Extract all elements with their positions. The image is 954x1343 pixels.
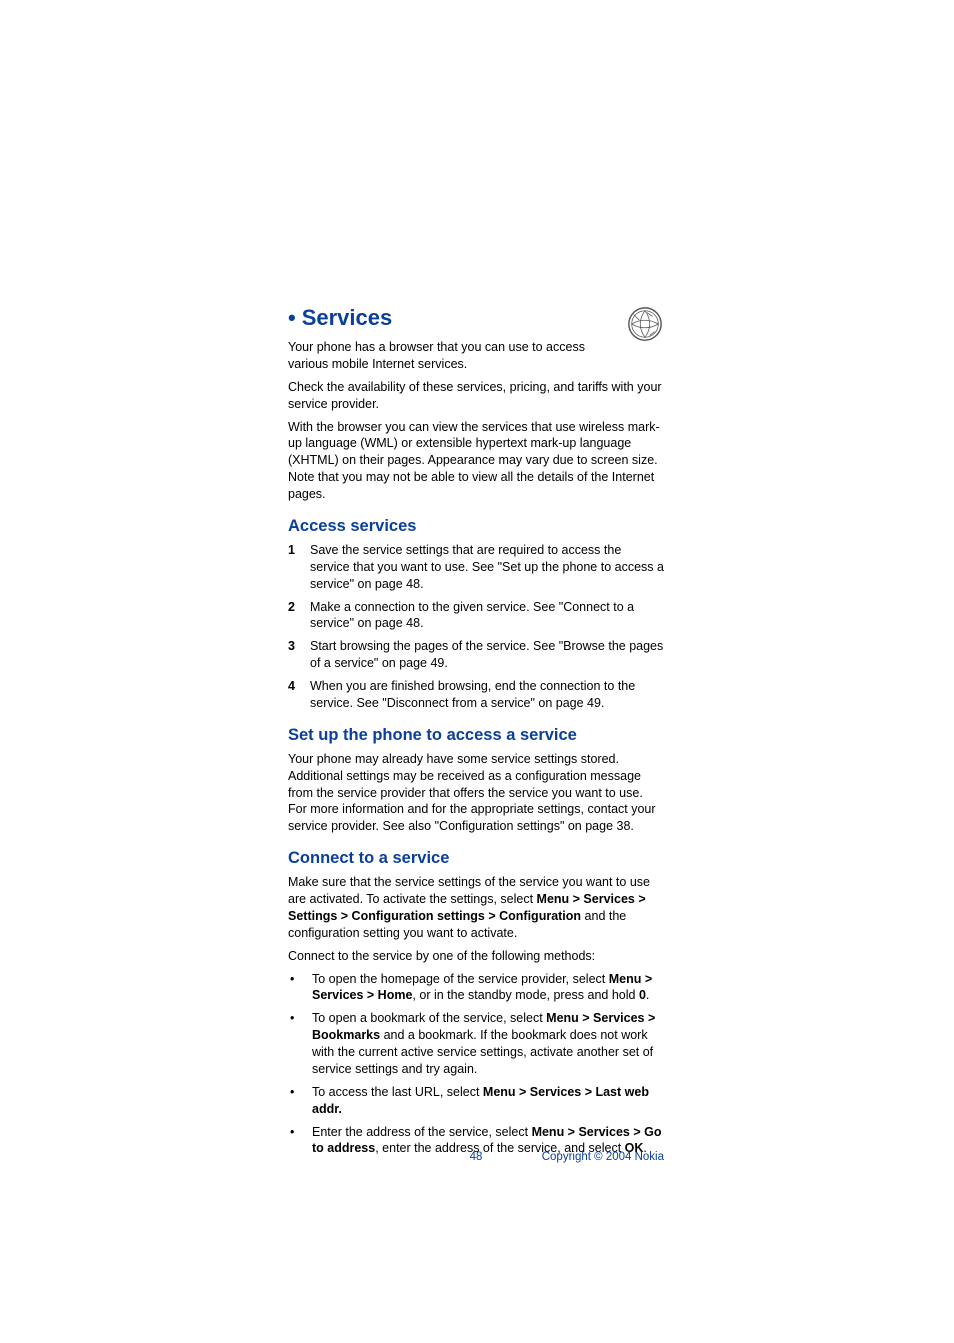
- setup-body: Your phone may already have some service…: [288, 751, 664, 835]
- heading-setup: Set up the phone to access a service: [288, 726, 664, 745]
- bullet-icon: •: [288, 1010, 312, 1078]
- connect-p1: Make sure that the service settings of t…: [288, 874, 664, 942]
- title-bullet-icon: •: [288, 305, 296, 330]
- page-footer: 48 Copyright © 2004 Nokia: [288, 1151, 664, 1163]
- access-steps-list: 1Save the service settings that are requ…: [288, 542, 664, 712]
- copyright-text: Copyright © 2004 Nokia: [542, 1151, 664, 1163]
- bullet-icon: •: [288, 1084, 312, 1118]
- step-text: Make a connection to the given service. …: [310, 599, 664, 633]
- step-text: When you are finished browsing, end the …: [310, 678, 664, 712]
- step-text: Save the service settings that are requi…: [310, 542, 664, 593]
- title-text: Services: [302, 305, 393, 330]
- connect-p2: Connect to the service by one of the fol…: [288, 948, 664, 965]
- list-item: •To access the last URL, select Menu > S…: [288, 1084, 664, 1118]
- list-item: 4When you are finished browsing, end the…: [288, 678, 664, 712]
- intro-para-1: Your phone has a browser that you can us…: [288, 339, 588, 373]
- item-text: To open a bookmark of the service, selec…: [312, 1010, 664, 1078]
- page-number: 48: [470, 1151, 483, 1163]
- intro-para-2: Check the availability of these services…: [288, 379, 664, 413]
- heading-connect: Connect to a service: [288, 849, 664, 868]
- globe-icon: [626, 305, 664, 343]
- step-number: 2: [288, 599, 310, 633]
- connect-methods-list: •To open the homepage of the service pro…: [288, 971, 664, 1158]
- step-text: Start browsing the pages of the service.…: [310, 638, 664, 672]
- step-number: 4: [288, 678, 310, 712]
- list-item: •To open a bookmark of the service, sele…: [288, 1010, 664, 1078]
- heading-access-services: Access services: [288, 517, 664, 536]
- item-text: To open the homepage of the service prov…: [312, 971, 664, 1005]
- intro-para-3: With the browser you can view the servic…: [288, 419, 664, 503]
- list-item: 2Make a connection to the given service.…: [288, 599, 664, 633]
- bullet-icon: •: [288, 971, 312, 1005]
- list-item: 3Start browsing the pages of the service…: [288, 638, 664, 672]
- page-title: •Services: [288, 305, 664, 331]
- document-page: •Services Your phone has a browser that …: [0, 0, 954, 1343]
- title-row: •Services: [288, 305, 664, 331]
- item-text: To access the last URL, select Menu > Se…: [312, 1084, 664, 1118]
- step-number: 3: [288, 638, 310, 672]
- list-item: •To open the homepage of the service pro…: [288, 971, 664, 1005]
- list-item: 1Save the service settings that are requ…: [288, 542, 664, 593]
- step-number: 1: [288, 542, 310, 593]
